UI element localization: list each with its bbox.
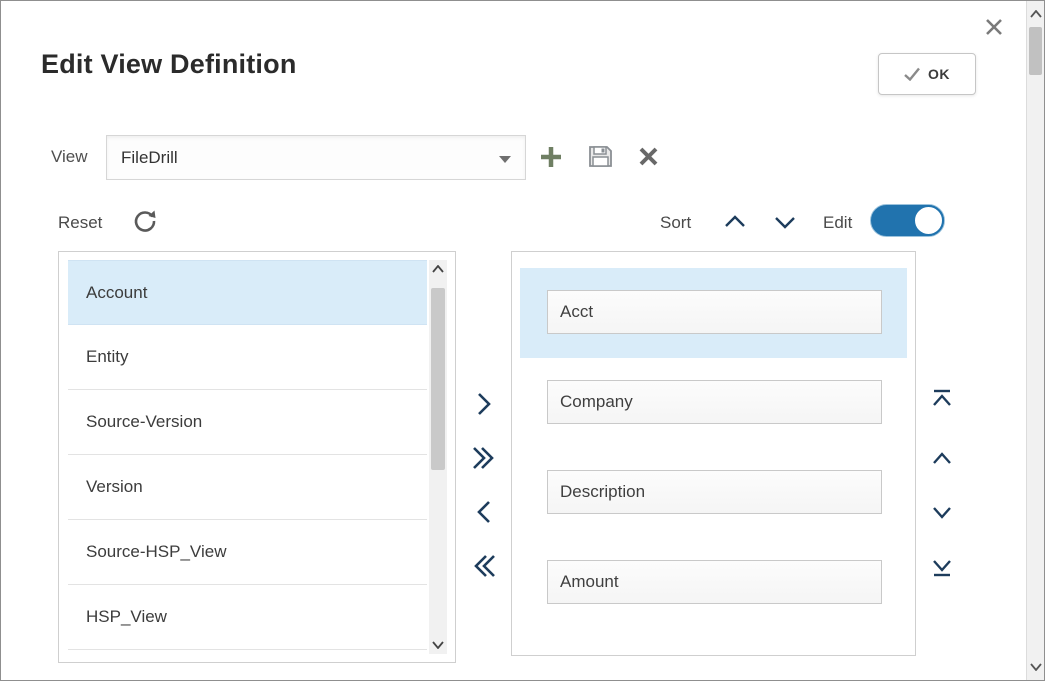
view-dropdown-value: FileDrill [121,148,178,168]
save-view-button[interactable] [587,143,614,170]
scroll-down-icon[interactable] [429,636,447,654]
list-item[interactable]: HSP_View [68,585,427,650]
ok-button[interactable]: OK [878,53,976,95]
move-to-top-button[interactable] [929,385,955,411]
available-dimensions-list: Account Entity Source-Version Version So… [58,251,456,663]
list-item[interactable]: Source-HSP_View [68,520,427,585]
column-row[interactable]: Amount [520,538,907,628]
selected-columns-list: Acct Company Description Amount [511,251,916,656]
list-scrollbar-thumb[interactable] [431,288,445,470]
sort-label: Sort [660,213,691,233]
list-item[interactable]: Version [68,455,427,520]
move-right-button[interactable] [469,389,499,419]
column-row[interactable]: Acct [520,268,907,358]
edit-toggle[interactable] [870,204,945,237]
list-item[interactable]: Account [68,260,427,325]
list-scrollbar[interactable] [429,260,447,654]
ok-button-label: OK [928,66,950,82]
column-field[interactable]: Company [547,380,882,424]
move-down-button[interactable] [929,500,955,526]
view-dropdown[interactable]: FileDrill [106,135,526,180]
scroll-up-icon[interactable] [429,260,447,278]
window-scrollbar[interactable] [1026,1,1044,680]
reset-icon[interactable] [131,207,159,235]
chevron-down-icon [499,156,511,163]
window-scrollbar-thumb[interactable] [1029,27,1042,75]
move-to-bottom-button[interactable] [929,555,955,581]
edit-toggle-knob [913,205,944,236]
delete-view-button[interactable] [638,146,659,167]
scroll-up-icon[interactable] [1027,5,1044,23]
list-item[interactable]: Entity [68,325,427,390]
close-icon[interactable] [985,18,1003,36]
column-field[interactable]: Amount [547,560,882,604]
edit-view-definition-dialog: Edit View Definition OK View FileDrill R… [0,0,1045,681]
move-left-button[interactable] [469,497,499,527]
column-field[interactable]: Description [547,470,882,514]
check-icon [904,67,920,81]
column-row[interactable]: Description [520,448,907,538]
edit-label: Edit [823,213,852,233]
sort-descending-icon[interactable] [772,215,798,231]
scroll-down-icon[interactable] [1027,658,1044,676]
move-up-button[interactable] [929,445,955,471]
view-label: View [51,147,88,167]
reset-button-label[interactable]: Reset [58,213,102,233]
list-item[interactable]: Source-Version [68,390,427,455]
column-row[interactable]: Company [520,358,907,448]
move-all-left-button[interactable] [469,551,499,581]
sort-ascending-icon[interactable] [722,213,748,229]
add-view-button[interactable] [538,144,564,170]
move-all-right-button[interactable] [469,443,499,473]
page-title: Edit View Definition [41,49,297,80]
column-field[interactable]: Acct [547,290,882,334]
